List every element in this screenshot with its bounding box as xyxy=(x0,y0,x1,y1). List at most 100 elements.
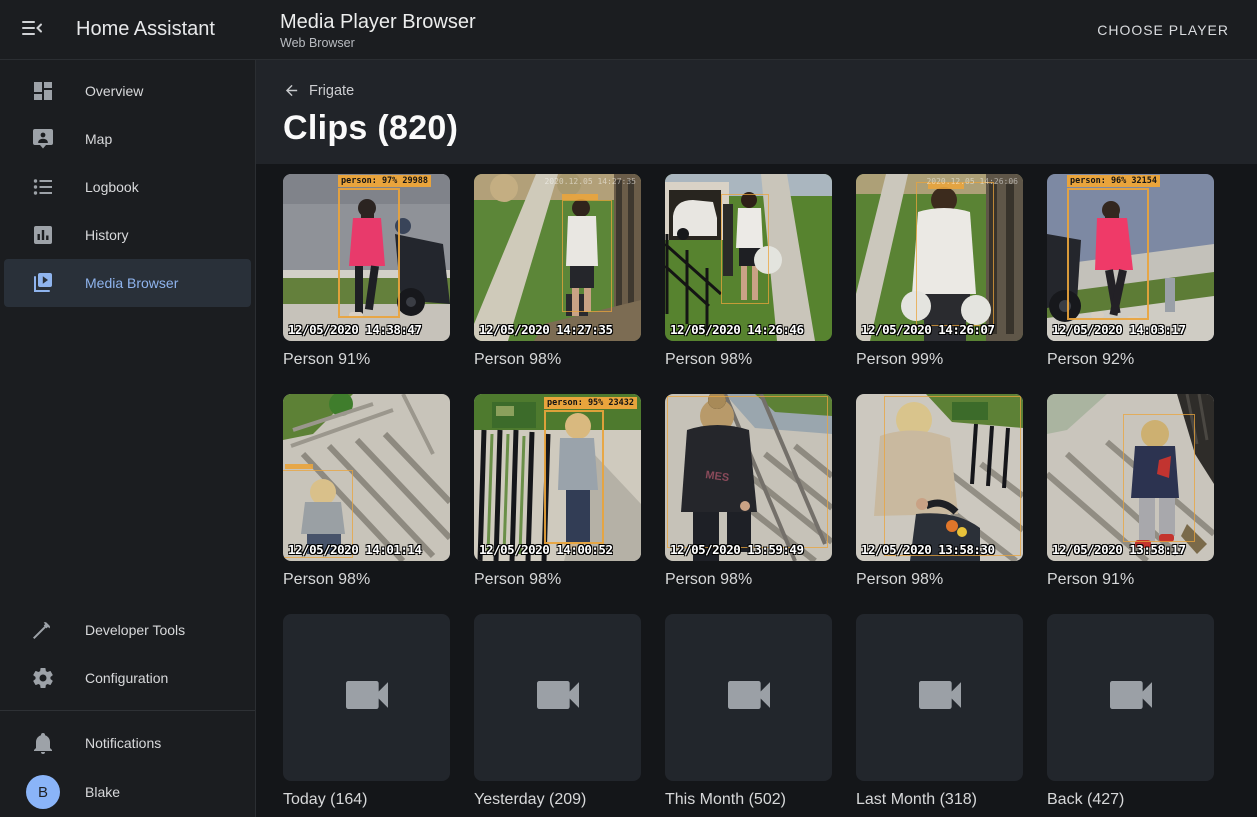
clip-card[interactable]: 12/05/2020 13:58:30 Person 98% xyxy=(856,394,1023,589)
clip-thumbnail: 12/05/2020 13:58:17 xyxy=(1047,394,1214,561)
clip-thumbnail: person: 97% 29988 12/05/2020 14:38:47 xyxy=(283,174,450,341)
folder-card-this-month[interactable]: This Month (502) xyxy=(665,614,832,809)
clip-caption: Person 92% xyxy=(1047,351,1214,369)
clip-timestamp: 12/05/2020 13:59:49 xyxy=(670,542,804,557)
clip-caption: Person 99% xyxy=(856,351,1023,369)
video-camera-icon xyxy=(339,667,395,728)
detection-bbox xyxy=(1123,414,1195,542)
clip-caption: Person 98% xyxy=(665,571,832,589)
sidebar-item-media-browser[interactable]: Media Browser xyxy=(4,259,251,307)
app-header: Home Assistant Media Player Browser Web … xyxy=(0,0,1257,60)
detection-label-small xyxy=(285,464,313,469)
clips-grid: person: 97% 29988 12/05/2020 14:38:47 Pe… xyxy=(256,164,1257,809)
folder-card-back[interactable]: Back (427) xyxy=(1047,614,1214,809)
sidebar-item-profile[interactable]: B Blake xyxy=(4,767,251,817)
folder-label: Yesterday (209) xyxy=(474,791,641,809)
camera-osd-timestamp: 2020.12.05 14:26:06 xyxy=(926,177,1018,186)
sidebar-item-history[interactable]: History xyxy=(4,211,251,259)
clip-caption: Person 98% xyxy=(856,571,1023,589)
menu-icon xyxy=(20,16,44,43)
folder-label: Last Month (318) xyxy=(856,791,1023,809)
folder-thumbnail xyxy=(856,614,1023,781)
video-camera-icon xyxy=(530,667,586,728)
clip-thumbnail: person: 95% 23432 12/05/2020 14:00:52 xyxy=(474,394,641,561)
clip-thumbnail: person: 96% 32154 12/05/2020 14:03:17 xyxy=(1047,174,1214,341)
folder-thumbnail xyxy=(474,614,641,781)
clip-caption: Person 91% xyxy=(1047,571,1214,589)
gear-icon xyxy=(31,666,55,690)
detection-bbox xyxy=(338,188,400,318)
detection-label: person: 95% 23432 xyxy=(544,397,637,409)
clip-timestamp: 12/05/2020 14:26:46 xyxy=(670,322,804,337)
media-title-block: Media Player Browser Web Browser xyxy=(280,10,476,50)
sidebar-item-developer-tools[interactable]: Developer Tools xyxy=(4,606,251,654)
clip-card[interactable]: person: 96% 32154 12/05/2020 14:03:17 Pe… xyxy=(1047,174,1214,369)
clip-card[interactable]: 12/05/2020 14:01:14 Person 98% xyxy=(283,394,450,589)
sidebar-item-logbook[interactable]: Logbook xyxy=(4,163,251,211)
detection-bbox xyxy=(721,194,769,304)
avatar: B xyxy=(26,775,60,809)
clip-caption: Person 98% xyxy=(474,351,641,369)
clip-caption: Person 98% xyxy=(474,571,641,589)
folder-label: Today (164) xyxy=(283,791,450,809)
clip-card[interactable]: 2020.12.05 14:26:06 12/05/2020 14:26:07 … xyxy=(856,174,1023,369)
clip-timestamp: 12/05/2020 13:58:30 xyxy=(861,542,995,557)
folder-label: Back (427) xyxy=(1047,791,1214,809)
clip-timestamp: 12/05/2020 14:27:35 xyxy=(479,322,613,337)
video-camera-icon xyxy=(721,667,777,728)
arrow-left-icon xyxy=(283,82,300,99)
clip-thumbnail: 2020.12.05 14:27:35 12/05/2020 14:27:35 xyxy=(474,174,641,341)
folder-card-today[interactable]: Today (164) xyxy=(283,614,450,809)
clip-timestamp: 12/05/2020 14:03:17 xyxy=(1052,322,1186,337)
page-title: Clips (820) xyxy=(283,109,1230,148)
clip-card[interactable]: person: 97% 29988 12/05/2020 14:38:47 Pe… xyxy=(283,174,450,369)
detection-label: person: 96% 32154 xyxy=(1067,175,1160,187)
detection-label-small xyxy=(562,194,598,200)
clip-thumbnail: 12/05/2020 13:58:30 xyxy=(856,394,1023,561)
sidebar-item-overview[interactable]: Overview xyxy=(4,67,251,115)
chart-box-icon xyxy=(31,223,55,247)
video-camera-icon xyxy=(912,667,968,728)
detection-bbox xyxy=(544,410,604,544)
detection-bbox xyxy=(1067,188,1149,320)
folder-card-last-month[interactable]: Last Month (318) xyxy=(856,614,1023,809)
detection-bbox xyxy=(884,396,1021,556)
clip-caption: Person 98% xyxy=(283,571,450,589)
detection-bbox xyxy=(562,200,612,312)
folder-card-yesterday[interactable]: Yesterday (209) xyxy=(474,614,641,809)
sidebar-divider xyxy=(0,710,255,711)
page-header-title: Media Player Browser xyxy=(280,10,476,34)
sidebar-item-map[interactable]: Map xyxy=(4,115,251,163)
bell-icon xyxy=(31,731,55,755)
sidebar: Overview Map Logbook History Media Brows… xyxy=(0,60,256,817)
clip-card[interactable]: 12/05/2020 13:58:17 Person 91% xyxy=(1047,394,1214,589)
clip-caption: Person 98% xyxy=(665,351,832,369)
clip-timestamp: 12/05/2020 14:26:07 xyxy=(861,322,995,337)
breadcrumb-back[interactable]: Frigate xyxy=(283,82,354,99)
clip-thumbnail: 12/05/2020 14:26:46 xyxy=(665,174,832,341)
clip-caption: Person 91% xyxy=(283,351,450,369)
clip-card[interactable]: MES 12/05/2020 13:59:49 Person 98% xyxy=(665,394,832,589)
detection-label: person: 97% 29988 xyxy=(338,175,431,187)
folder-label: This Month (502) xyxy=(665,791,832,809)
camera-osd-timestamp: 2020.12.05 14:27:35 xyxy=(544,177,636,186)
sidebar-toggle-button[interactable] xyxy=(12,10,52,50)
sidebar-item-notifications[interactable]: Notifications xyxy=(4,719,251,767)
main-content: Frigate Clips (820) xyxy=(256,60,1257,817)
topbar-left: Home Assistant xyxy=(0,10,256,50)
clip-card[interactable]: person: 95% 23432 12/05/2020 14:00:52 Pe… xyxy=(474,394,641,589)
view-dashboard-icon xyxy=(31,79,55,103)
sidebar-item-configuration[interactable]: Configuration xyxy=(4,654,251,702)
sidebar-bottom: Developer Tools Configuration Notificati… xyxy=(0,606,255,817)
choose-player-button[interactable]: CHOOSE PLAYER xyxy=(1089,14,1237,46)
clip-thumbnail: MES 12/05/2020 13:59:49 xyxy=(665,394,832,561)
app-title: Home Assistant xyxy=(76,18,215,41)
detection-bbox xyxy=(667,396,828,548)
clip-card[interactable]: 12/05/2020 14:26:46 Person 98% xyxy=(665,174,832,369)
play-box-multiple-icon xyxy=(31,271,55,295)
hammer-icon xyxy=(31,618,55,642)
clip-thumbnail: 2020.12.05 14:26:06 12/05/2020 14:26:07 xyxy=(856,174,1023,341)
clip-timestamp: 12/05/2020 14:00:52 xyxy=(479,542,613,557)
clip-card[interactable]: 2020.12.05 14:27:35 12/05/2020 14:27:35 … xyxy=(474,174,641,369)
video-camera-icon xyxy=(1103,667,1159,728)
